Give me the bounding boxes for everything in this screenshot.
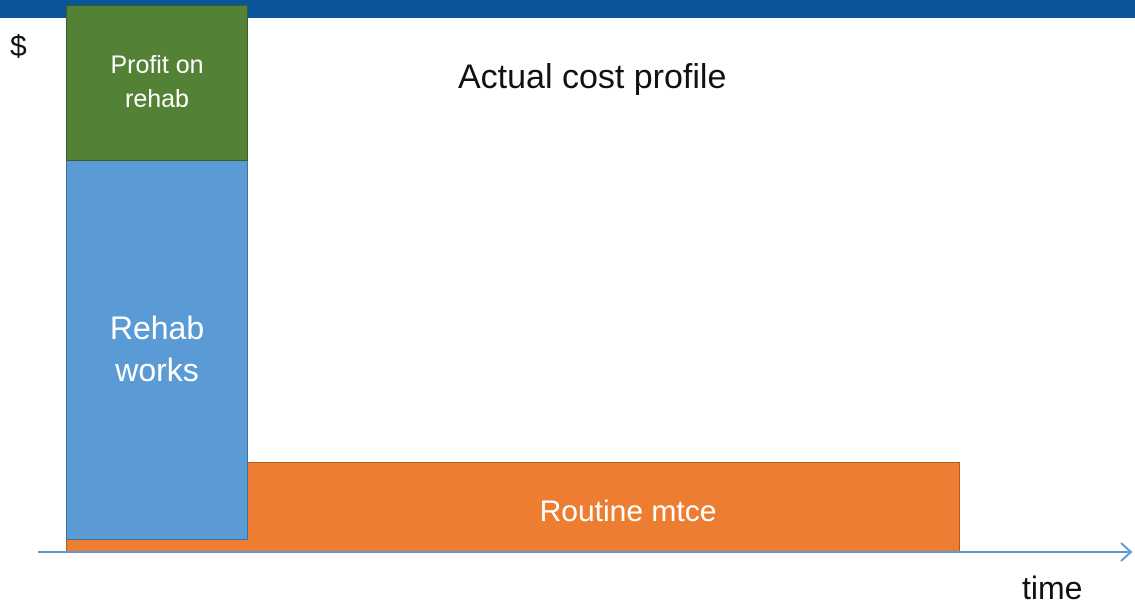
x-axis-label: time bbox=[1022, 570, 1083, 606]
time-axis bbox=[38, 542, 1133, 562]
